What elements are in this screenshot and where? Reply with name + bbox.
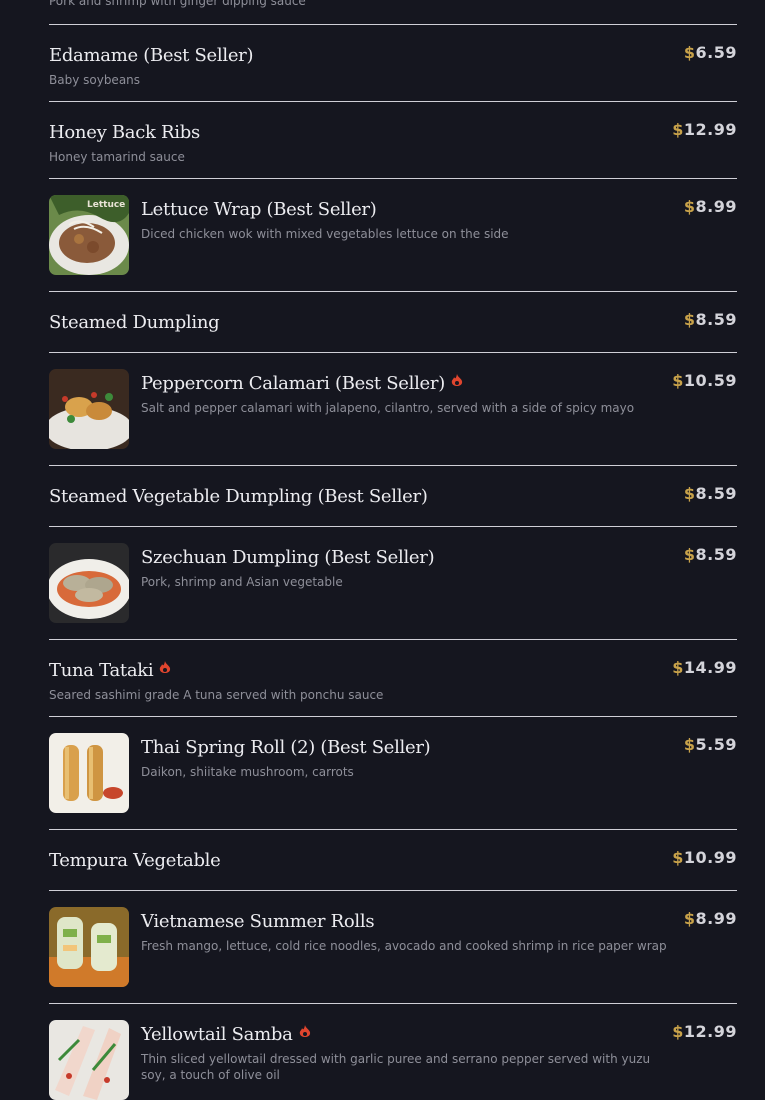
item-photo[interactable] (49, 543, 129, 623)
flame-icon (299, 1023, 311, 1044)
item-price: $12.99 (672, 120, 737, 139)
currency-symbol: $ (672, 1022, 684, 1041)
item-photo[interactable] (49, 1020, 129, 1100)
item-price: $10.99 (672, 848, 737, 867)
menu-item-tempura-vegetable[interactable]: Tempura Vegetable $10.99 (49, 829, 737, 891)
menu-item-steamed-vegetable-dumpling[interactable]: Steamed Vegetable Dumpling (Best Seller)… (49, 465, 737, 527)
menu-item-peppercorn-calamari[interactable]: Peppercorn Calamari (Best Seller) Salt a… (49, 352, 737, 466)
item-description: Thin sliced yellowtail dressed with garl… (141, 1052, 651, 1082)
menu-item-yellowtail-samba[interactable]: Yellowtail Samba Thin sliced yellowtail … (49, 1003, 737, 1100)
menu-item-steamed-dumpling[interactable]: Steamed Dumpling $8.59 (49, 291, 737, 353)
item-price: $14.99 (672, 658, 737, 677)
item-description: Fresh mango, lettuce, cold rice noodles,… (141, 939, 667, 953)
menu-item-tuna-tataki[interactable]: Tuna Tataki Seared sashimi grade A tuna … (49, 639, 737, 717)
menu-item-lettuce-wrap[interactable]: Lettuce Lettuce Wrap (Best Seller) Diced… (49, 178, 737, 292)
currency-symbol: $ (683, 310, 696, 329)
currency-symbol: $ (683, 545, 696, 564)
item-name: Thai Spring Roll (2) (Best Seller) (141, 737, 431, 758)
flame-icon (159, 659, 171, 680)
currency-symbol: $ (672, 120, 684, 139)
item-name: Steamed Vegetable Dumpling (Best Seller) (49, 486, 428, 507)
item-price: $8.59 (683, 545, 737, 564)
flame-icon (451, 372, 463, 393)
item-name: Lettuce Wrap (Best Seller) (141, 199, 377, 220)
item-photo[interactable] (49, 907, 129, 987)
item-description: Seared sashimi grade A tuna served with … (49, 688, 384, 702)
currency-symbol: $ (683, 43, 696, 62)
menu-item-thai-spring-roll[interactable]: Thai Spring Roll (2) (Best Seller) Daiko… (49, 716, 737, 830)
item-price: $8.59 (683, 484, 737, 503)
item-description: Daikon, shiitake mushroom, carrots (141, 765, 354, 779)
item-name: Tempura Vegetable (49, 850, 221, 871)
currency-symbol: $ (672, 371, 684, 390)
menu-item-honey-back-ribs[interactable]: Honey Back Ribs Honey tamarind sauce $12… (49, 101, 737, 179)
item-price: $10.59 (672, 371, 737, 390)
currency-symbol: $ (683, 197, 696, 216)
item-name: Yellowtail Samba (141, 1024, 661, 1045)
item-name: Peppercorn Calamari (Best Seller) (141, 373, 634, 394)
currency-symbol: $ (672, 658, 684, 677)
item-name: Tuna Tataki (49, 660, 383, 681)
item-photo[interactable] (49, 733, 129, 813)
item-description: Pork, shrimp and Asian vegetable (141, 575, 343, 589)
currency-symbol: $ (683, 484, 696, 503)
item-photo[interactable]: Lettuce (49, 195, 129, 275)
item-price: $5.59 (683, 735, 737, 754)
item-description: Salt and pepper calamari with jalapeno, … (141, 401, 635, 415)
item-name: Edamame (Best Seller) (49, 45, 254, 66)
menu-item-szechuan-dumpling[interactable]: Szechuan Dumpling (Best Seller) Pork, sh… (49, 526, 737, 640)
menu-item-vietnamese-summer-rolls[interactable]: Vietnamese Summer Rolls Fresh mango, let… (49, 890, 737, 1004)
item-name: Honey Back Ribs (49, 122, 200, 143)
item-price: $6.59 (683, 43, 737, 62)
photo-caption: Lettuce (87, 200, 125, 210)
menu-item-edamame[interactable]: Edamame (Best Seller) Baby soybeans $6.5… (49, 24, 737, 102)
currency-symbol: $ (683, 735, 696, 754)
item-price: $12.99 (672, 1022, 737, 1041)
currency-symbol: $ (683, 909, 696, 928)
item-price: $8.59 (683, 310, 737, 329)
item-name: Steamed Dumpling (49, 312, 220, 333)
item-name: Szechuan Dumpling (Best Seller) (141, 547, 435, 568)
item-description: Baby soybeans (49, 73, 141, 87)
item-price: $8.99 (683, 197, 737, 216)
top-item-description: Pork and shrimp with ginger dipping sauc… (49, 0, 306, 8)
item-photo[interactable] (49, 369, 129, 449)
item-description: Honey tamarind sauce (49, 150, 185, 164)
item-name: Vietnamese Summer Rolls (141, 911, 375, 932)
item-price: $8.99 (683, 909, 737, 928)
currency-symbol: $ (672, 848, 684, 867)
item-description: Diced chicken wok with mixed vegetables … (141, 227, 509, 241)
